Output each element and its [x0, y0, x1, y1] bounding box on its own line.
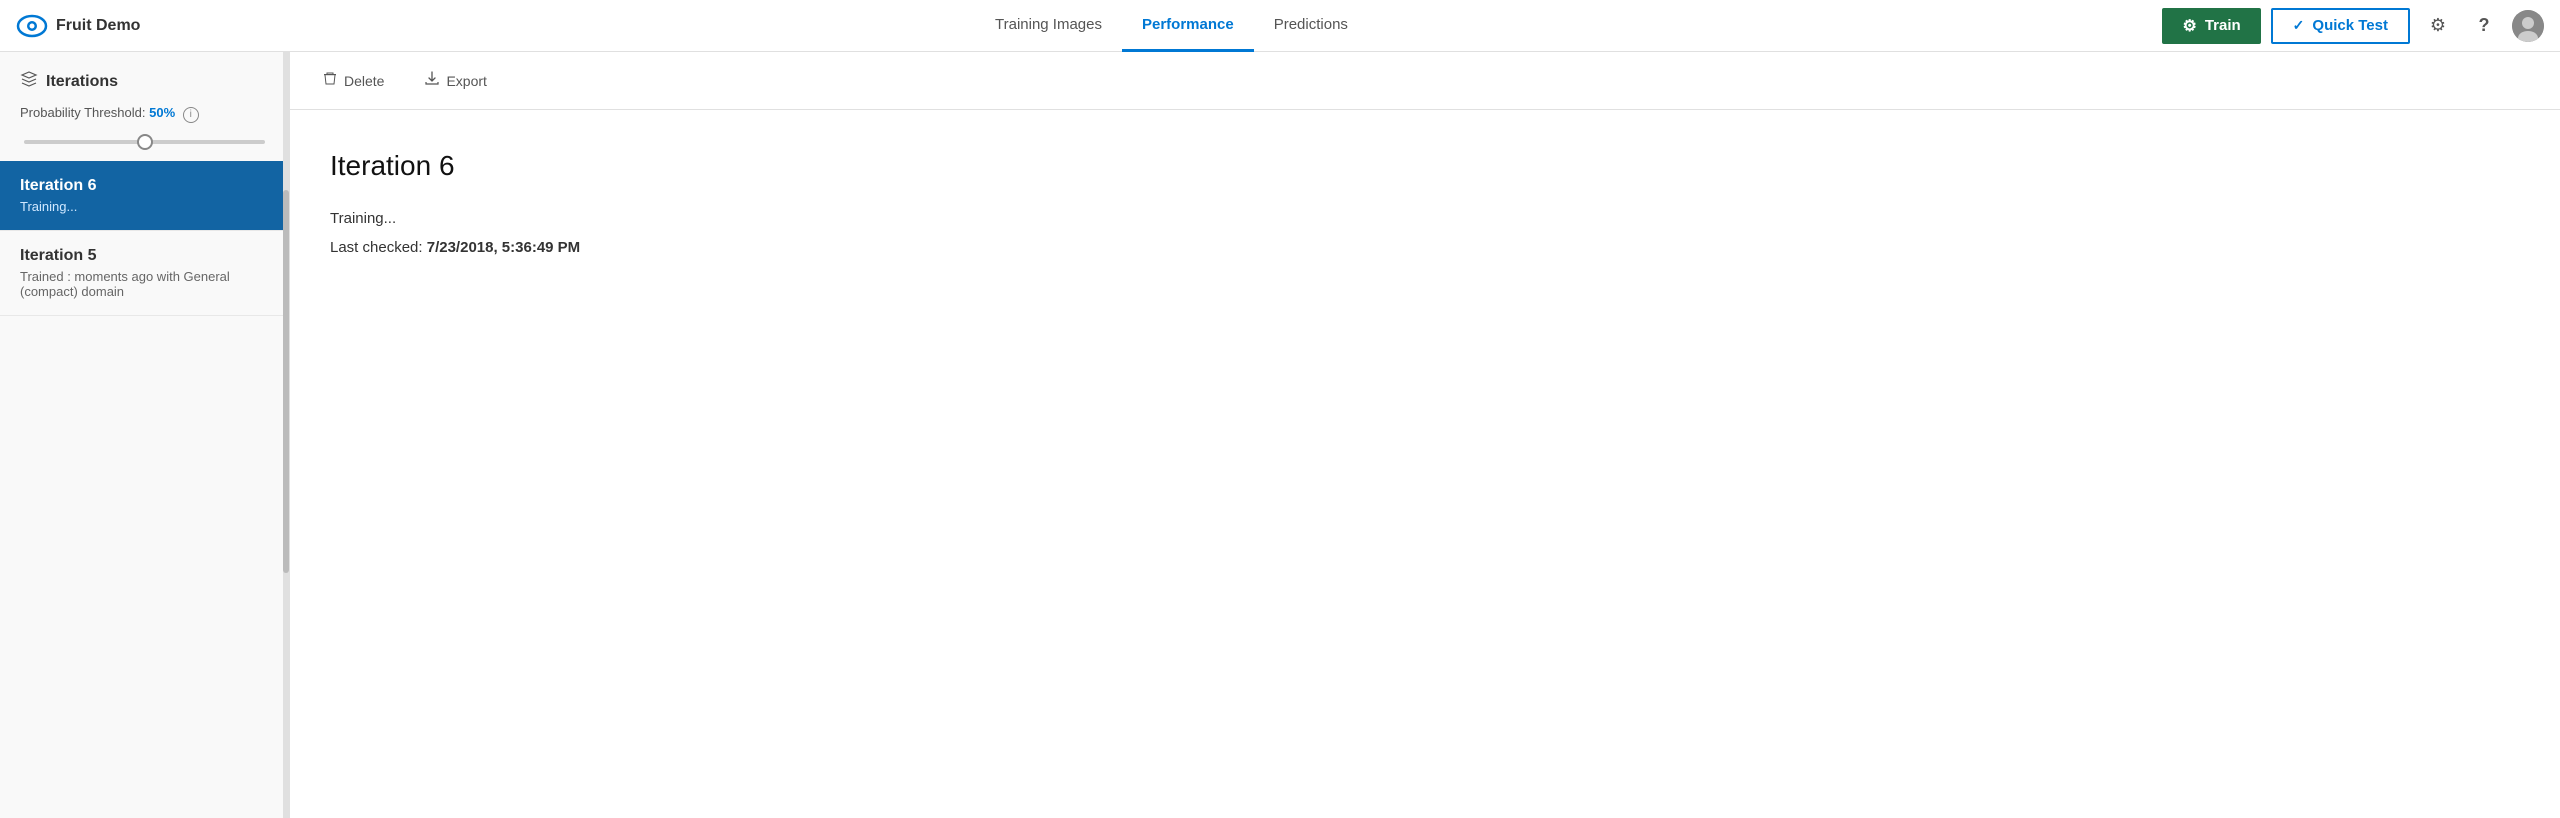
user-avatar[interactable]	[2512, 10, 2544, 42]
train-gear-icon: ⚙	[2182, 16, 2196, 36]
train-button[interactable]: ⚙ Train	[2162, 8, 2260, 44]
content-area: Delete Export Iteration 6 Training... La…	[290, 52, 2560, 818]
iteration-detail-title: Iteration 6	[330, 150, 2520, 182]
quick-test-button[interactable]: ✓ Quick Test	[2271, 8, 2410, 44]
settings-button[interactable]: ⚙	[2420, 8, 2456, 44]
iteration-subtitle: Trained : moments ago with General (comp…	[20, 269, 269, 299]
layers-icon	[20, 70, 38, 93]
content-main: Iteration 6 Training... Last checked: 7/…	[290, 110, 2560, 818]
sidebar-scrollbar[interactable]	[283, 52, 289, 818]
threshold-info-icon[interactable]: i	[183, 107, 199, 123]
app-logo[interactable]: Fruit Demo	[16, 10, 140, 42]
iterations-list: Iteration 6 Training... Iteration 5 Trai…	[0, 161, 289, 818]
iteration-item[interactable]: Iteration 5 Trained : moments ago with G…	[0, 231, 289, 316]
threshold-section: Probability Threshold: 50% i	[0, 105, 289, 161]
sidebar: Iterations Probability Threshold: 50% i …	[0, 52, 290, 818]
sidebar-scrollbar-thumb[interactable]	[283, 190, 289, 573]
iteration-title: Iteration 6	[20, 177, 269, 195]
main-nav: Training Images Performance Predictions	[180, 0, 2162, 52]
export-button[interactable]: Export	[416, 66, 494, 95]
threshold-slider[interactable]	[24, 140, 265, 144]
delete-icon	[322, 70, 338, 91]
help-button[interactable]: ?	[2466, 8, 2502, 44]
header-actions: ⚙ Train ✓ Quick Test ⚙ ?	[2162, 8, 2544, 44]
quick-test-check-icon: ✓	[2293, 17, 2305, 34]
app-name: Fruit Demo	[56, 17, 140, 35]
iteration-subtitle: Training...	[20, 199, 269, 214]
nav-training-images[interactable]: Training Images	[975, 0, 1122, 52]
sidebar-title-section: Iterations	[0, 52, 289, 105]
iteration-title: Iteration 5	[20, 247, 269, 265]
avatar-icon	[2512, 10, 2544, 42]
sidebar-title: Iterations	[46, 73, 118, 91]
delete-button[interactable]: Delete	[314, 66, 392, 95]
last-checked-time: 7/23/2018, 5:36:49 PM	[427, 239, 580, 256]
help-icon: ?	[2479, 15, 2490, 36]
nav-performance[interactable]: Performance	[1122, 0, 1254, 52]
last-checked: Last checked: 7/23/2018, 5:36:49 PM	[330, 239, 2520, 256]
settings-icon: ⚙	[2430, 15, 2446, 36]
app-logo-icon	[16, 10, 48, 42]
export-icon	[424, 70, 440, 91]
header: Fruit Demo Training Images Performance P…	[0, 0, 2560, 52]
iteration-status: Training...	[330, 210, 2520, 227]
threshold-label: Probability Threshold: 50% i	[20, 105, 269, 123]
content-toolbar: Delete Export	[290, 52, 2560, 110]
threshold-pct: 50%	[149, 105, 175, 120]
nav-predictions[interactable]: Predictions	[1254, 0, 1368, 52]
last-checked-prefix: Last checked:	[330, 239, 427, 256]
threshold-slider-container	[20, 131, 269, 149]
iteration-item[interactable]: Iteration 6 Training...	[0, 161, 289, 231]
main-layout: Iterations Probability Threshold: 50% i …	[0, 52, 2560, 818]
